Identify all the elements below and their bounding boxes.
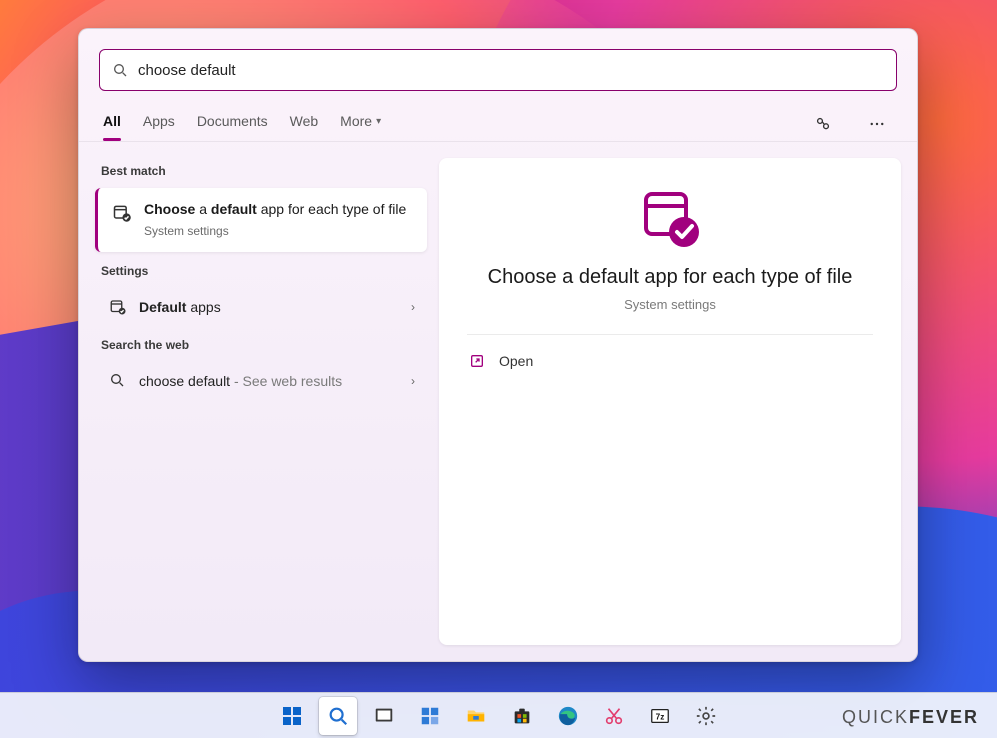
result-title: Default apps <box>139 299 221 315</box>
results-column: Best match Choose a default app for each… <box>95 158 427 645</box>
detail-pane: Choose a default app for each type of fi… <box>439 158 901 645</box>
default-app-large-icon <box>638 186 702 250</box>
detail-subtitle: System settings <box>624 297 716 312</box>
file-explorer-button[interactable] <box>457 697 495 735</box>
7zip-button[interactable]: 7z <box>641 697 679 735</box>
microsoft-store-button[interactable] <box>503 697 541 735</box>
search-bar[interactable] <box>99 49 897 91</box>
more-options-icon[interactable] <box>861 108 893 140</box>
chevron-right-icon: › <box>411 374 415 388</box>
chevron-right-icon: › <box>411 300 415 314</box>
search-options-icon[interactable] <box>807 108 839 140</box>
tab-documents[interactable]: Documents <box>197 107 268 141</box>
taskbar-search-button[interactable] <box>319 697 357 735</box>
search-icon <box>112 62 128 78</box>
start-button[interactable] <box>273 697 311 735</box>
tab-more-label: More <box>340 113 372 129</box>
section-best-match: Best match <box>95 158 427 182</box>
task-view-button[interactable] <box>365 697 403 735</box>
divider <box>467 334 873 335</box>
default-apps-icon <box>112 203 132 223</box>
section-settings: Settings <box>95 258 427 282</box>
tab-more[interactable]: More ▾ <box>340 107 381 141</box>
tab-all[interactable]: All <box>103 107 121 141</box>
svg-text:7z: 7z <box>655 712 664 721</box>
widgets-button[interactable] <box>411 697 449 735</box>
open-icon <box>469 353 485 369</box>
default-apps-icon <box>109 298 127 316</box>
search-input[interactable] <box>138 62 884 79</box>
edge-button[interactable] <box>549 697 587 735</box>
filter-tabs: All Apps Documents Web More ▾ <box>79 97 917 142</box>
detail-title: Choose a default app for each type of fi… <box>488 266 853 289</box>
result-best-match[interactable]: Choose a default app for each type of fi… <box>95 188 427 252</box>
chevron-down-icon: ▾ <box>376 116 381 127</box>
watermark: QUICKFEVER <box>842 707 979 728</box>
result-subtitle: System settings <box>144 224 406 238</box>
result-title: Choose a default app for each type of fi… <box>144 200 406 220</box>
open-action[interactable]: Open <box>467 349 873 373</box>
result-default-apps[interactable]: Default apps › <box>95 288 427 326</box>
result-title: choose default - See web results <box>139 373 342 389</box>
snip-button[interactable] <box>595 697 633 735</box>
tab-web[interactable]: Web <box>290 107 319 141</box>
open-label: Open <box>499 353 533 369</box>
tab-apps[interactable]: Apps <box>143 107 175 141</box>
result-web-search[interactable]: choose default - See web results › <box>95 362 427 400</box>
section-search-web: Search the web <box>95 332 427 356</box>
search-icon <box>109 372 127 390</box>
start-search-window: All Apps Documents Web More ▾ Best match <box>78 28 918 662</box>
settings-button[interactable] <box>687 697 725 735</box>
